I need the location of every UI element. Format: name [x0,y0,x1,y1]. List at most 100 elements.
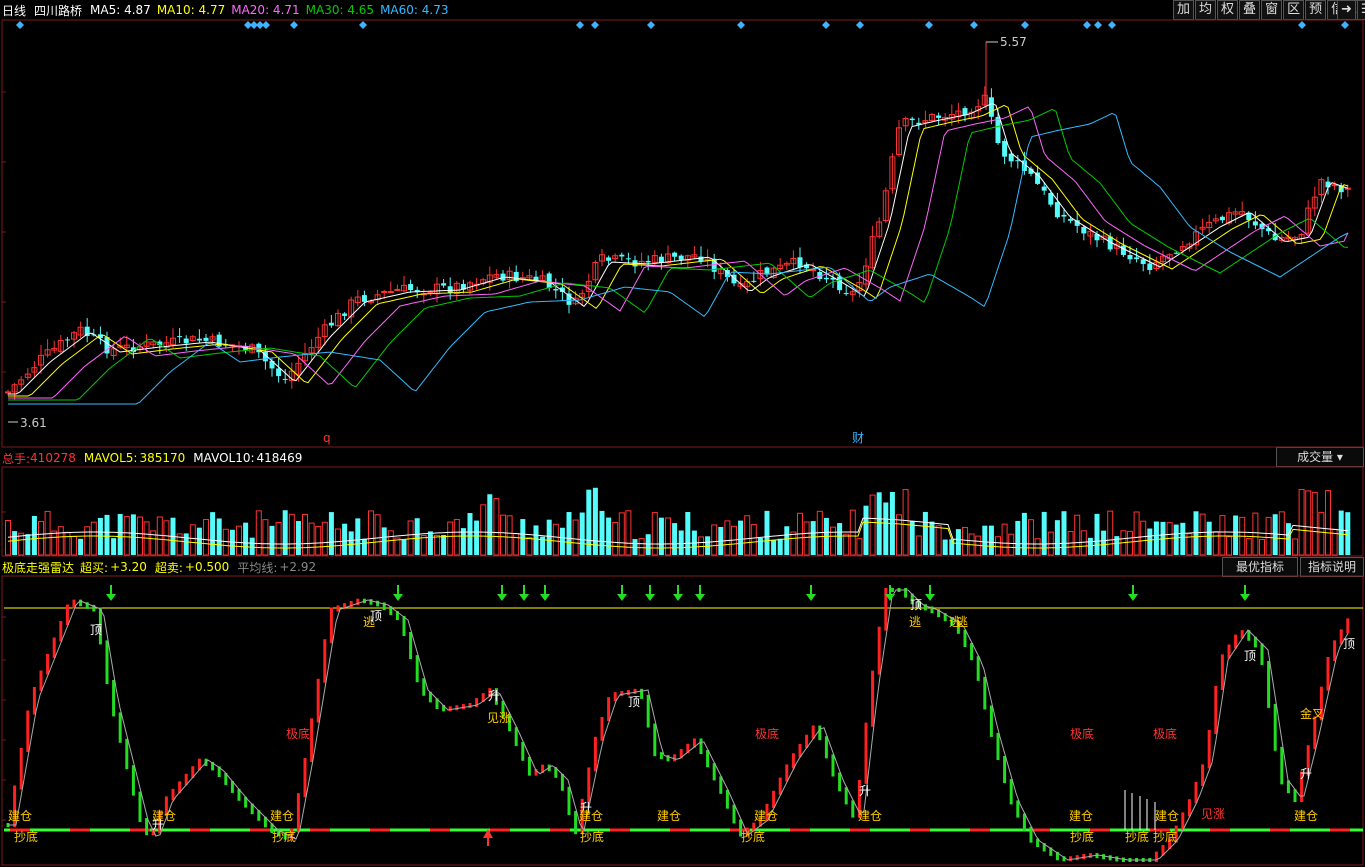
signal-diamond [262,21,270,29]
volume-bar-down [955,529,961,555]
signal-label-jidi: 极底 [1070,726,1094,741]
volume-bar-up [612,521,619,556]
volume-bar-up [315,526,322,556]
candle-body-down [619,254,625,257]
volume-bar-up [189,524,196,556]
volume-bar-up [5,520,11,556]
candle-body-down [625,258,631,260]
volume-bar-up [163,520,170,556]
volume-bar-down [988,525,994,555]
volume-bar-down [579,512,585,555]
volume-bar-up [526,537,533,556]
volume-bar-down [546,519,552,555]
volume-bar-up [962,526,968,556]
volume-bar-up [1107,510,1114,556]
volume-bar-down [1180,522,1186,555]
volume-bar-down [685,511,691,555]
signal-diamond [359,21,367,29]
volume-bar-up [71,535,77,556]
volume-bar-up [1080,530,1087,556]
candle-body-down [843,293,849,295]
volume-bar-up [1305,490,1312,556]
volume-bar-down [401,539,407,555]
volume-bar-up [387,530,394,556]
signal-label-jiancang: 建仓 [270,809,294,823]
volume-bar-down [117,514,123,555]
candle-body-down [1048,192,1054,205]
volume-bar-down [909,520,915,555]
volume-bar-down [1206,521,1212,555]
sell-arrow-head [519,594,529,601]
signal-diamond [925,21,933,29]
signal-diamond [970,21,978,29]
candle-body-down [751,280,757,282]
ma5-line [8,102,1349,395]
candle-body-down [698,256,704,262]
signal-diamond [591,21,599,29]
volume-bar-up [262,519,269,556]
volume-bar-up [803,521,810,556]
volume-bar-up [84,526,91,556]
volume-bar-up [1028,519,1034,556]
volume-bar-up [896,514,902,556]
sell-arrow-head [645,594,655,601]
volume-bar-up [123,516,130,556]
sell-arrow-head [1128,594,1138,601]
volume-bar-up [1278,511,1285,556]
ma30-line [8,108,1349,401]
candle-body-down [1054,202,1060,218]
volume-bar-up [1259,538,1265,556]
candle-body-down [328,322,334,326]
candle-body-down [837,276,843,291]
volume-bar-up [308,522,315,556]
ma60-line [8,112,1349,405]
signal-label-sheng: 升 [859,784,871,798]
volume-bar-down [942,539,948,555]
signal-label-jiancang: 建仓 [579,809,603,823]
volume-bar-down [810,521,816,555]
signal-diamond [1094,21,1102,29]
signal-label-chaodi: 抄底 [1070,829,1094,844]
signal-label-tao: 逃 [956,615,968,629]
volume-bar-down [586,489,592,555]
volume-bar-up [869,494,876,556]
candle-body-down [342,313,348,316]
candle-body-down [276,368,282,377]
volume-bar-down [606,517,612,555]
ma10-line [8,104,1349,397]
volume-bar-down [130,514,136,555]
volume-bar-up [1265,516,1272,556]
volume-bar-up [1074,514,1081,556]
signal-diamond [290,21,298,29]
volume-bar-down [210,512,216,555]
volume-bar-up [698,536,704,556]
volume-bar-up [1325,490,1331,556]
stock-chart[interactable]: 5.573.61q 财建仓抄底顶建仓升建仓抄底极底逃顶升见涨升建仓抄底顶建仓极底建… [0,0,1365,867]
candle-body-up [387,291,394,294]
volume-bar-up [1311,491,1318,556]
candle-body-down [678,255,684,260]
signal-diamond [1083,21,1091,29]
sell-arrow-head [806,594,816,601]
signal-label-ding: 顶 [1343,637,1355,651]
candle-body-down [823,277,829,280]
signal-label-sheng: 升 [1300,767,1312,781]
candle-body-down [1252,221,1258,226]
signal-label-jiancang: 建仓 [858,809,882,823]
volume-bar-up [1001,523,1008,556]
volume-bar-down [1147,528,1153,555]
volume-bar-down [1101,530,1107,555]
volume-bar-up [493,498,500,556]
volume-bar-down [876,492,882,555]
signal-label-ding: 顶 [1244,649,1256,663]
volume-bar-down [678,530,684,555]
volume-bar-up [275,521,282,556]
signal-label-jiancang: 建仓 [8,809,32,823]
volume-bar-down [295,521,301,555]
signal-label-sheng: 升 [152,818,164,832]
signal-label-chaodi: 抄底 [580,829,604,844]
volume-bar-up [1008,533,1015,556]
signal-label-jidi: 极底 [286,726,310,741]
volume-bar-down [922,511,928,555]
volume-bar-down [1173,524,1179,555]
